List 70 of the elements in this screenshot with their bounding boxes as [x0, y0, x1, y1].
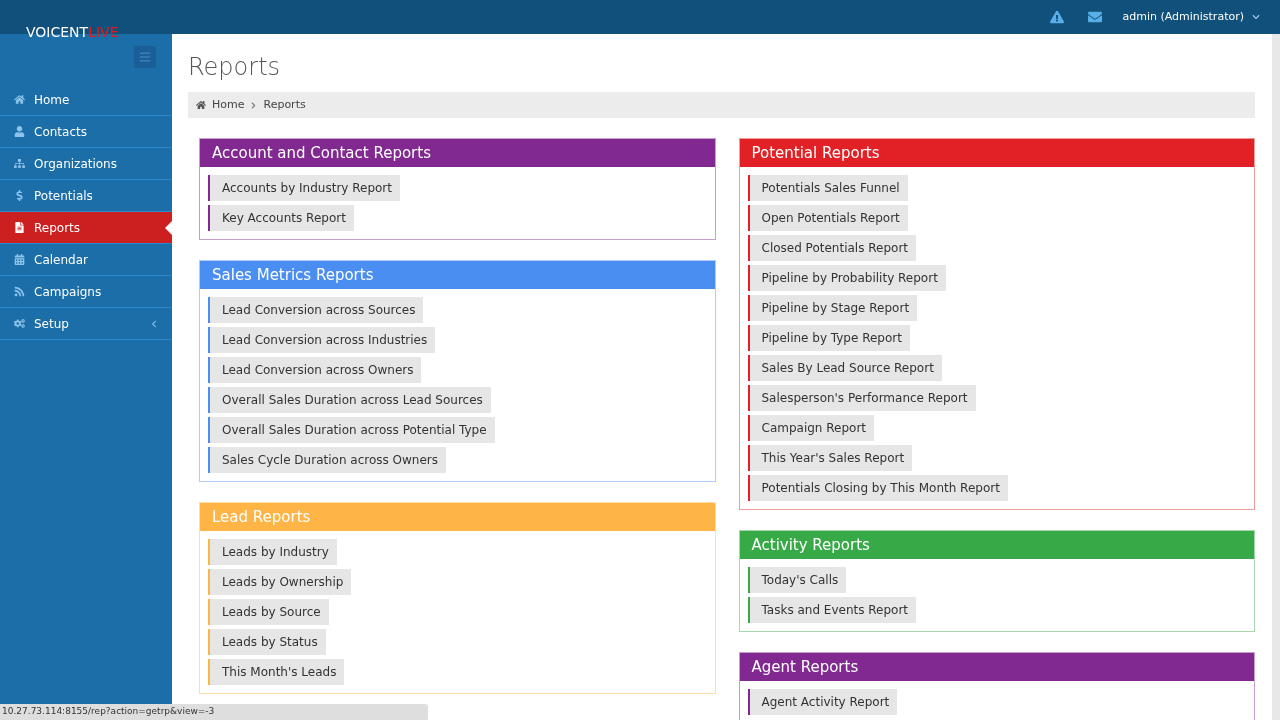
report-link[interactable]: Salesperson's Performance Report: [747, 385, 976, 411]
report-link[interactable]: Leads by Ownership: [208, 569, 352, 595]
user-icon: [14, 126, 25, 137]
sidebar-label: Home: [34, 91, 70, 109]
mail-icon[interactable]: [1088, 10, 1103, 24]
logo[interactable]: VOICENTLIVE: [26, 25, 119, 39]
sidebar-label: Contacts: [34, 123, 87, 141]
report-link[interactable]: Tasks and Events Report: [747, 597, 917, 623]
report-link[interactable]: Lead Conversion across Owners: [208, 357, 422, 383]
sidebar-label: Potentials: [34, 187, 93, 205]
sidebar-item[interactable]: Reports: [0, 212, 172, 244]
home-icon: [14, 94, 25, 105]
report-link[interactable]: Today's Calls: [747, 567, 847, 593]
sidebar-label: Organizations: [34, 155, 117, 173]
report-link[interactable]: Campaign Report: [747, 415, 875, 441]
sidebar-label: Setup: [34, 315, 69, 333]
card-header: Agent Reports: [739, 653, 1254, 681]
report-link[interactable]: Leads by Status: [208, 629, 326, 655]
sidebar-item[interactable]: Calendar: [0, 244, 172, 276]
report-link[interactable]: Key Accounts Report: [208, 205, 354, 231]
report-link[interactable]: Accounts by Industry Report: [208, 175, 400, 201]
caret-icon: [1252, 13, 1260, 21]
report-link[interactable]: Overall Sales Duration across Potential Type: [208, 417, 495, 443]
report-link[interactable]: Pipeline by Stage Report: [747, 295, 918, 321]
report-link[interactable]: Pipeline by Probability Report: [747, 265, 946, 291]
active-pointer-icon: [165, 221, 172, 235]
rss-icon: [14, 286, 25, 297]
report-link[interactable]: Open Potentials Report: [747, 205, 908, 231]
sidebar-item[interactable]: Setup: [0, 308, 172, 340]
card-header: Potential Reports: [739, 139, 1254, 167]
card-header: Lead Reports: [200, 503, 715, 531]
sidebar-item[interactable]: Campaigns: [0, 276, 172, 308]
user-menu[interactable]: admin (Administrator): [1122, 8, 1260, 26]
report-link[interactable]: Leads by Source: [208, 599, 329, 625]
sidebar-item[interactable]: Organizations: [0, 148, 172, 180]
status-bar: 10.27.73.114:8155/rep?action=getrp&view=-3: [0, 704, 428, 720]
report-link[interactable]: Sales Cycle Duration across Owners: [208, 447, 446, 473]
warning-icon[interactable]: [1050, 10, 1065, 24]
report-link[interactable]: Closed Potentials Report: [747, 235, 917, 261]
menu-toggle[interactable]: [134, 46, 156, 68]
sidebar-label: Calendar: [34, 251, 88, 269]
report-link[interactable]: Sales By Lead Source Report: [747, 355, 942, 381]
card-header: Sales Metrics Reports: [200, 261, 715, 289]
separator-icon: [250, 101, 258, 109]
report-link[interactable]: Lead Conversion across Industries: [208, 327, 436, 353]
report-link[interactable]: This Month's Leads: [208, 659, 345, 685]
file-icon: [14, 222, 25, 233]
home-icon: [196, 100, 206, 110]
menu-icon: [139, 51, 151, 63]
report-link[interactable]: This Year's Sales Report: [747, 445, 913, 471]
calendar-icon: [14, 254, 25, 265]
report-link[interactable]: Overall Sales Duration across Lead Sources: [208, 387, 491, 413]
card-header: Activity Reports: [739, 531, 1254, 559]
report-link[interactable]: Lead Conversion across Sources: [208, 297, 424, 323]
sidebar-label: Reports: [34, 219, 81, 237]
report-link[interactable]: Agent Activity Report: [747, 689, 898, 715]
sidebar-item[interactable]: Home: [0, 84, 172, 116]
report-link[interactable]: Leads by Industry: [208, 539, 337, 565]
breadcrumb-link[interactable]: Home: [212, 96, 245, 114]
sidebar-label: Campaigns: [34, 283, 102, 301]
report-link[interactable]: Potentials Sales Funnel: [747, 175, 908, 201]
report-link[interactable]: Potentials Closing by This Month Report: [747, 475, 1008, 501]
report-link[interactable]: Pipeline by Type Report: [747, 325, 910, 351]
dollar-icon: [14, 190, 25, 201]
breadcrumb-link[interactable]: Reports: [263, 96, 306, 114]
sitemap-icon: [14, 158, 25, 169]
sidebar-item[interactable]: Contacts: [0, 116, 172, 148]
page-title: Reports: [188, 52, 282, 82]
gears-icon: [14, 318, 25, 329]
card-header: Account and Contact Reports: [200, 139, 715, 167]
